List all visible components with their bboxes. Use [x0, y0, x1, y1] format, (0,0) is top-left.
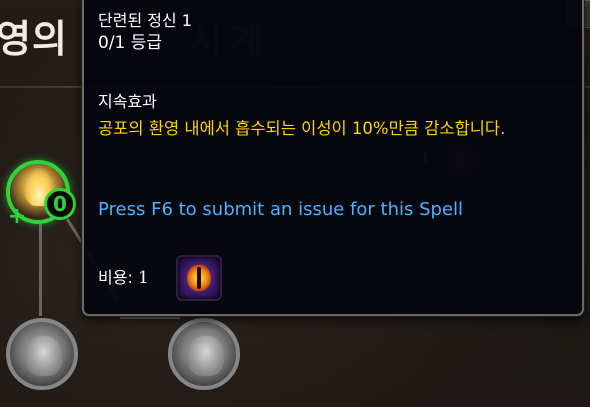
talent-node-locked[interactable] — [6, 318, 78, 390]
talent-rank-badge: 0 — [44, 188, 76, 220]
spell-tooltip: 단련된 정신 1 0/1 등급 지속효과 공포의 환영 내에서 흡수되는 이성이… — [82, 0, 584, 316]
void-eye-icon — [176, 255, 222, 301]
cost-amount: 1 — [137, 268, 149, 288]
cost-label-text: 비용: — [98, 268, 133, 287]
add-point-icon[interactable]: + — [6, 206, 28, 228]
talent-node-locked[interactable] — [168, 318, 240, 390]
eye-pupil — [197, 267, 201, 289]
effect-section-label: 지속효과 — [98, 92, 157, 111]
spell-rank: 0/1 등급 — [98, 33, 163, 53]
cost-label: 비용: 1 — [98, 268, 149, 288]
hooded-figure-icon — [26, 336, 62, 376]
spell-name: 단련된 정신 1 — [98, 11, 192, 30]
spell-description: 공포의 환영 내에서 흡수되는 이성이 10%만큼 감소합니다. — [98, 119, 506, 138]
connector-line — [39, 224, 42, 316]
panel-title: 영의 — [0, 16, 68, 61]
submit-issue-link[interactable]: Press F6 to submit an issue for this Spe… — [98, 199, 463, 221]
ghostly-face-icon — [188, 336, 224, 376]
connector-line — [120, 316, 180, 319]
